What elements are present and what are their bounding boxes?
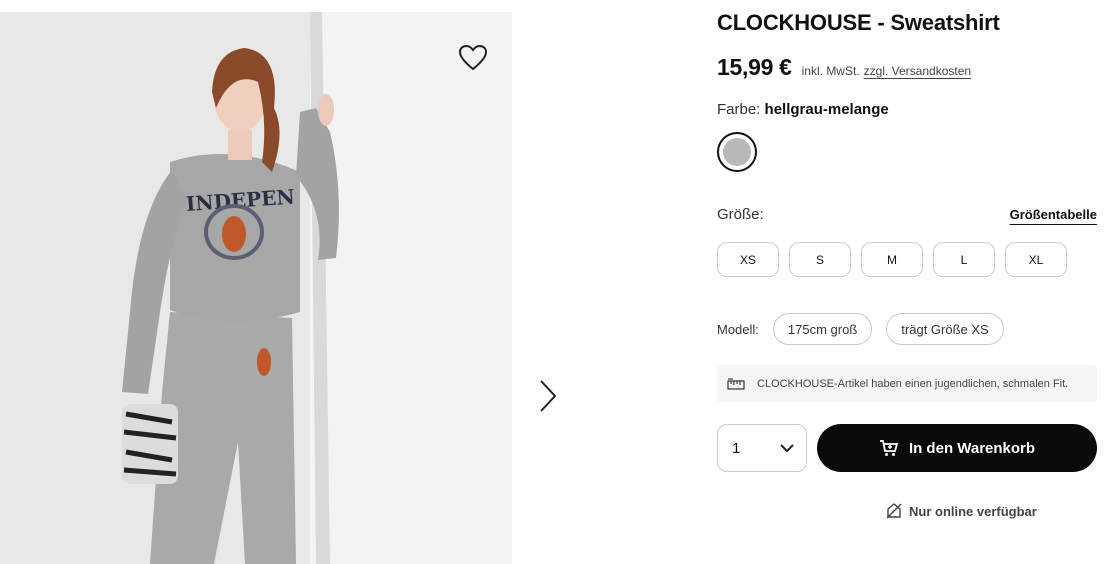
online-only-label: Nur online verfügbar	[909, 503, 1037, 519]
quantity-select[interactable]: 1	[717, 424, 807, 472]
size-table-link[interactable]: Größentabelle	[1010, 207, 1097, 222]
size-button-xl[interactable]: XL	[1005, 242, 1067, 277]
size-button-m[interactable]: M	[861, 242, 923, 277]
add-to-cart-button[interactable]: In den Warenkorb	[817, 424, 1097, 472]
color-swatch-hellgrau-melange[interactable]	[717, 132, 757, 172]
model-label: Modell:	[717, 321, 759, 337]
price-row: 15,99 € inkl. MwSt. zzgl. Versandkosten	[717, 54, 971, 81]
size-button-s[interactable]: S	[789, 242, 851, 277]
chevron-right-icon	[540, 380, 557, 412]
tax-note: inkl. MwSt.	[801, 64, 860, 78]
model-info: Modell: 175cm groß trägt Größe XS	[717, 313, 1018, 345]
quantity-value: 1	[732, 439, 741, 457]
product-title: CLOCKHOUSE - Sweatshirt	[717, 10, 1000, 35]
size-label: Größe:	[717, 206, 764, 223]
model-size-chip: trägt Größe XS	[886, 313, 1004, 345]
add-to-cart-label: In den Warenkorb	[908, 439, 1036, 457]
product-price: 15,99 €	[717, 54, 792, 80]
product-image-gallery: INDEPEN	[0, 12, 512, 564]
color-label: Farbe:	[717, 101, 761, 118]
swatch-fill	[723, 138, 751, 166]
shipping-costs-link[interactable]: zzgl. Versandkosten	[864, 64, 971, 78]
online-only-note: Nur online verfügbar	[885, 502, 1037, 520]
selected-color: hellgrau-melange	[764, 101, 889, 118]
model-height-chip: 175cm groß	[772, 313, 873, 345]
heart-icon	[458, 44, 488, 71]
chevron-down-icon	[780, 443, 794, 452]
fit-note-text: CLOCKHOUSE-Artikel haben einen jugendlic…	[757, 377, 1069, 390]
fit-note: CLOCKHOUSE-Artikel haben einen jugendlic…	[717, 365, 1097, 402]
ruler-icon	[727, 377, 747, 391]
wishlist-button[interactable]	[456, 41, 490, 75]
cart-icon	[879, 439, 899, 457]
size-options: XS S M L XL	[717, 242, 1067, 277]
size-button-xs[interactable]: XS	[717, 242, 779, 277]
no-store-icon	[885, 502, 903, 520]
product-photo: INDEPEN	[0, 12, 512, 564]
color-label-row: Farbe: hellgrau-melange	[717, 101, 889, 118]
next-image-button[interactable]	[532, 376, 564, 416]
size-button-l[interactable]: L	[933, 242, 995, 277]
